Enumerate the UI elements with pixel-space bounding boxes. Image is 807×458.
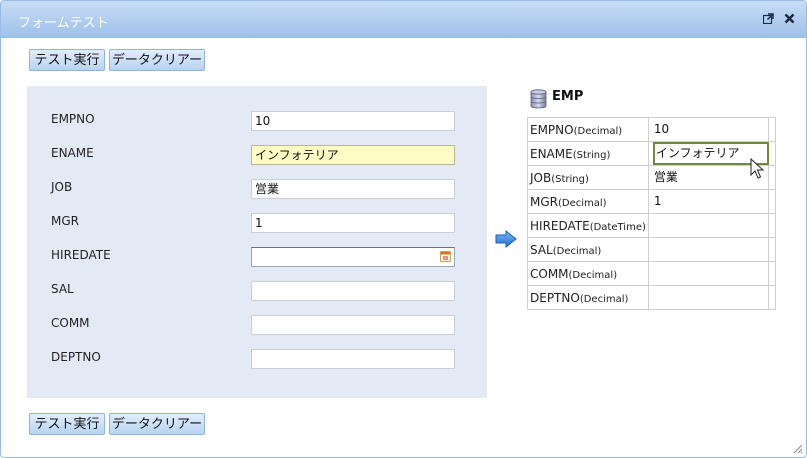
- clear-data-button-bottom[interactable]: データクリアー: [109, 413, 205, 435]
- column-name-cell: MGR(Decimal): [527, 189, 649, 214]
- column-name-cell: HIREDATE(DateTime): [527, 213, 649, 238]
- column-name-cell: JOB(String): [527, 165, 649, 190]
- column-name: COMM: [530, 266, 569, 281]
- field-label-mgr: MGR: [51, 214, 79, 228]
- column-value[interactable]: [653, 238, 769, 261]
- window-titlebar[interactable]: フォームテスト: [1, 1, 806, 38]
- clear-data-button-top[interactable]: データクリアー: [109, 49, 205, 71]
- table-row: JOB(String) 営業: [527, 165, 777, 190]
- column-name: ENAME: [530, 146, 573, 161]
- table-row: EMPNO(Decimal) 10: [527, 117, 777, 142]
- column-name: SAL: [530, 242, 553, 257]
- column-type: (String): [572, 149, 611, 161]
- column-name: HIREDATE: [530, 218, 590, 233]
- field-label-hiredate: HIREDATE: [51, 248, 111, 262]
- column-name: DEPTNO: [530, 290, 580, 305]
- column-value-cell[interactable]: [647, 261, 777, 286]
- field-label-empno: EMPNO: [51, 112, 95, 126]
- column-name-cell: ENAME(String): [527, 141, 649, 166]
- arrow-right-icon: [495, 229, 517, 249]
- table-row: HIREDATE(DateTime): [527, 213, 777, 238]
- column-value[interactable]: [653, 286, 769, 309]
- column-value[interactable]: 1: [653, 190, 769, 213]
- field-label-job: JOB: [51, 180, 73, 194]
- column-name: MGR: [530, 194, 558, 209]
- column-value-cell[interactable]: 10: [647, 117, 777, 142]
- column-value[interactable]: [653, 262, 769, 285]
- column-type: (Decimal): [558, 197, 607, 209]
- column-type: (DateTime): [589, 221, 646, 233]
- field-label-ename: ENAME: [51, 146, 94, 160]
- column-value-cell[interactable]: [647, 285, 777, 310]
- table-row: COMM(Decimal): [527, 261, 777, 286]
- table-row: ENAME(String) インフォテリア: [527, 141, 777, 166]
- column-type: (Decimal): [573, 125, 623, 137]
- column-name-cell: DEPTNO(Decimal): [527, 285, 649, 310]
- empno-field[interactable]: 10: [251, 111, 455, 131]
- column-name-cell: EMPNO(Decimal): [527, 117, 649, 142]
- column-name: JOB: [530, 170, 552, 185]
- column-name-cell: SAL(Decimal): [527, 237, 649, 262]
- column-value[interactable]: 10: [653, 118, 769, 141]
- deptno-field[interactable]: [251, 349, 455, 369]
- table-row: DEPTNO(Decimal): [527, 285, 777, 310]
- table-row: SAL(Decimal): [527, 237, 777, 262]
- column-name-cell: COMM(Decimal): [527, 261, 649, 286]
- column-type: (Decimal): [579, 293, 629, 305]
- column-type: (String): [551, 173, 589, 185]
- ename-field[interactable]: インフォテリア: [251, 145, 455, 165]
- job-field[interactable]: 営業: [251, 179, 455, 199]
- run-test-button-top[interactable]: テスト実行: [29, 49, 105, 71]
- resize-grip-icon[interactable]: [792, 443, 803, 454]
- mouse-cursor-icon: [750, 157, 765, 180]
- table-row: MGR(Decimal) 1: [527, 189, 777, 214]
- sal-field[interactable]: [251, 281, 455, 301]
- close-icon[interactable]: [784, 13, 795, 24]
- mgr-field[interactable]: 1: [251, 213, 455, 233]
- column-value-cell[interactable]: [647, 213, 777, 238]
- calendar-icon[interactable]: [440, 251, 451, 262]
- field-label-deptno: DEPTNO: [51, 350, 101, 364]
- column-type: (Decimal): [552, 245, 602, 257]
- form-test-window: フォームテスト テスト実行 データクリアー EMPNO 10 ENAME インフ…: [0, 0, 807, 458]
- hiredate-field[interactable]: [251, 247, 455, 267]
- comm-field[interactable]: [251, 315, 455, 335]
- column-value-cell[interactable]: [647, 237, 777, 262]
- column-value-cell[interactable]: 1: [647, 189, 777, 214]
- run-test-button-bottom[interactable]: テスト実行: [29, 413, 105, 435]
- window-title: フォームテスト: [18, 16, 109, 31]
- column-value[interactable]: [653, 214, 769, 237]
- field-label-sal: SAL: [51, 282, 74, 296]
- field-label-comm: COMM: [51, 316, 90, 330]
- column-name: EMPNO: [530, 122, 574, 137]
- emp-table: EMPNO(Decimal) 10 ENAME(String) インフォテリア …: [527, 117, 777, 310]
- form-panel: EMPNO 10 ENAME インフォテリア JOB 営業 MGR 1 HIRE…: [27, 86, 487, 398]
- table-title: EMP: [552, 89, 584, 104]
- database-icon: [530, 89, 547, 109]
- column-type: (Decimal): [568, 269, 618, 281]
- popout-icon[interactable]: [762, 13, 774, 25]
